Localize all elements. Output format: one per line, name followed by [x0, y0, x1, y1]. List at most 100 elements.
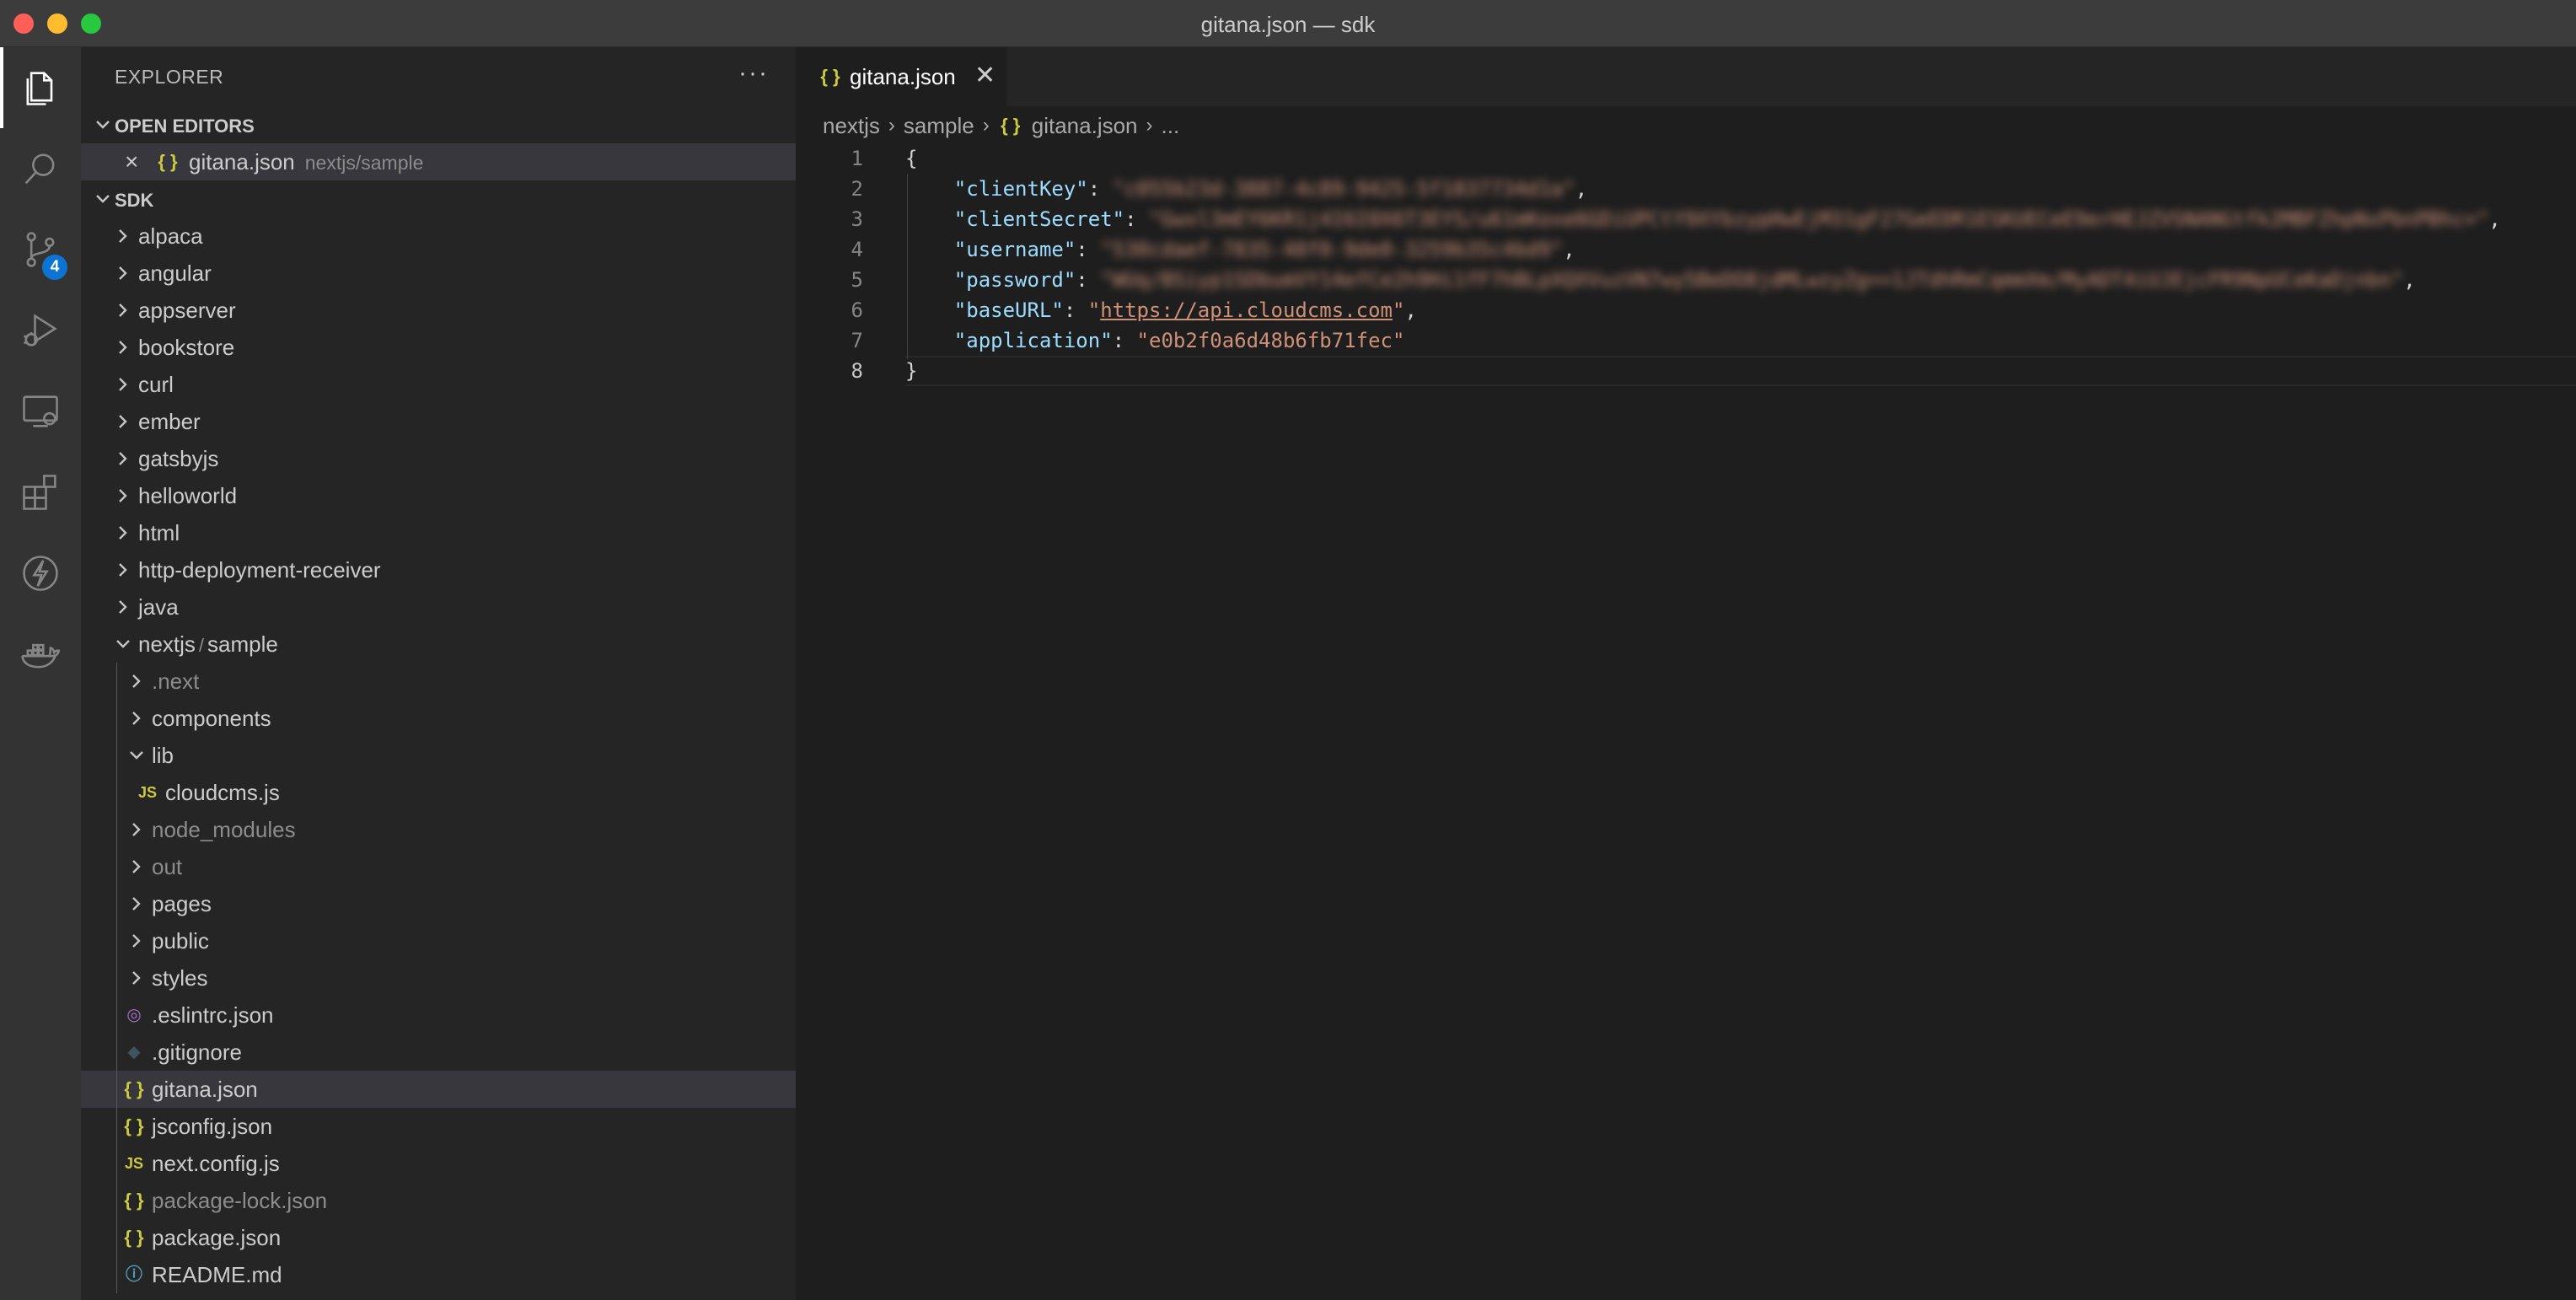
folder-item[interactable]: alpaca	[81, 218, 796, 255]
remote-explorer-icon[interactable]	[0, 371, 81, 452]
tab-gitana-json[interactable]: { } gitana.json ✕	[796, 47, 1006, 106]
code-line[interactable]: "username": "530cdaef-7835-48f0-9de0-325…	[905, 234, 1575, 265]
open-editors-section[interactable]: OPEN EDITORS	[81, 106, 796, 143]
code-line[interactable]: "application": "e0b2f0a6d48b6fb71fec"	[905, 325, 1405, 356]
code-line[interactable]: {	[905, 143, 917, 174]
line-number: 7	[851, 329, 863, 352]
file-item[interactable]: JS next.config.js	[81, 1145, 796, 1182]
breadcrumb-item[interactable]: nextjs	[823, 113, 880, 139]
redacted-value: "Gwxl3mEY6KR1j4I6I0X6T3EYS/u61mKoxe6GDiU…	[1149, 207, 2489, 231]
file-item[interactable]: ◎ .eslintrc.json	[81, 996, 796, 1034]
redacted-value: "c055b23d-3887-4c89-9425-5f1837734d1a"	[1112, 177, 1575, 201]
code-line[interactable]: }	[905, 356, 917, 386]
chevron-right-icon	[125, 706, 148, 730]
json-file-icon: { }	[124, 1227, 144, 1248]
folder-item[interactable]: helloworld	[81, 477, 796, 514]
folder-item[interactable]: .next	[81, 663, 796, 700]
breadcrumb-item[interactable]: gitana.json	[1032, 113, 1138, 139]
file-item[interactable]: { } jsconfig.json	[81, 1108, 796, 1145]
json-file-icon: { }	[124, 1078, 144, 1099]
line-number: 8	[851, 359, 863, 383]
source-control-badge: 4	[42, 255, 67, 280]
code-line[interactable]: "clientKey": "c055b23d-3887-4c89-9425-5f…	[905, 174, 1587, 204]
chevron-down-icon	[125, 744, 148, 767]
search-icon[interactable]	[0, 128, 81, 209]
folder-item[interactable]: appserver	[81, 292, 796, 329]
open-editor-item[interactable]: × { } gitana.json nextjs/sample	[81, 143, 796, 180]
folder-item[interactable]: node_modules	[81, 811, 796, 848]
workspace-section[interactable]: SDK	[81, 180, 796, 218]
file-item[interactable]: JS cloudcms.js	[81, 774, 796, 811]
file-item[interactable]: { } package.json	[81, 1219, 796, 1256]
chevron-right-icon	[111, 521, 135, 545]
folder-item[interactable]: gatsbyjs	[81, 440, 796, 477]
chevron-right-icon	[125, 855, 148, 878]
explorer-icon[interactable]	[0, 47, 81, 128]
javascript-file-icon: JS	[137, 784, 158, 801]
folder-item[interactable]: out	[81, 848, 796, 885]
window-title: gitana.json — sdk	[1200, 12, 1376, 37]
file-item[interactable]: ◆ .gitignore	[81, 1034, 796, 1071]
file-item[interactable]: ⓘ README.md	[81, 1256, 796, 1293]
title-bar: gitana.json — sdk	[0, 0, 2576, 47]
code-editor[interactable]: 1 {2 "clientKey": "c055b23d-3887-4c89-942…	[796, 143, 2576, 1300]
json-file-icon: { }	[1001, 115, 1021, 136]
breadcrumb-item[interactable]: sample	[904, 113, 974, 139]
folder-item[interactable]: curl	[81, 366, 796, 403]
folder-item[interactable]: components	[81, 700, 796, 737]
line-number: 2	[851, 177, 863, 201]
chevron-right-icon	[125, 669, 148, 693]
line-number: 3	[851, 207, 863, 231]
code-line[interactable]: "clientSecret": "Gwxl3mEY6KR1j4I6I0X6T3E…	[905, 204, 2501, 234]
chevron-down-icon	[111, 632, 135, 656]
url-link[interactable]: https://api.cloudcms.com	[1100, 298, 1393, 322]
folder-item[interactable]: pages	[81, 885, 796, 922]
chevron-right-icon	[111, 558, 135, 582]
json-file-icon: { }	[158, 151, 178, 172]
chevron-right-icon	[125, 929, 148, 953]
folder-item[interactable]: styles	[81, 959, 796, 996]
code-line[interactable]: "baseURL": "https://api.cloudcms.com",	[905, 295, 1417, 325]
chevron-right-icon	[111, 224, 135, 248]
run-debug-icon[interactable]	[0, 290, 81, 371]
folder-item[interactable]: java	[81, 588, 796, 626]
folder-item[interactable]: public	[81, 922, 796, 959]
chevron-down-icon	[91, 113, 115, 137]
activity-bar: 4	[0, 47, 81, 1300]
breadcrumb-item[interactable]: ...	[1162, 113, 1180, 139]
extensions-icon[interactable]	[0, 452, 81, 533]
chevron-right-icon	[125, 892, 148, 916]
folder-item[interactable]: lib	[81, 737, 796, 774]
javascript-file-icon: JS	[124, 1155, 144, 1172]
chevron-right-icon	[111, 336, 135, 359]
folder-item[interactable]: ember	[81, 403, 796, 440]
chevron-right-icon: ›	[1146, 114, 1153, 137]
json-file-icon: { }	[820, 66, 840, 87]
redacted-value: "WUq/BSiyp1SDbumVY14efCe2h9Hi1fF7hBLpXQX…	[1100, 268, 2404, 292]
line-number: 4	[851, 238, 863, 261]
breadcrumb: nextjs › sample › { } gitana.json › ...	[823, 111, 1179, 140]
chevron-down-icon	[91, 187, 115, 211]
docker-icon[interactable]	[0, 614, 81, 695]
folder-item[interactable]: bookstore	[81, 329, 796, 366]
file-item[interactable]: { } gitana.json	[81, 1071, 796, 1108]
code-line[interactable]: "password": "WUq/BSiyp1SDbumVY14efCe2h9H…	[905, 265, 2416, 295]
file-item[interactable]: { } package-lock.json	[81, 1182, 796, 1219]
folder-item[interactable]: nextjs / sample	[81, 626, 796, 663]
more-actions-button[interactable]: ···	[738, 59, 769, 88]
lightning-icon[interactable]	[0, 533, 81, 614]
json-file-icon: { }	[124, 1115, 144, 1136]
folder-item[interactable]: html	[81, 514, 796, 551]
eslint-file-icon: ◎	[126, 1006, 142, 1024]
close-tab-icon[interactable]: ✕	[974, 61, 996, 90]
line-number: 1	[851, 147, 863, 170]
chevron-right-icon: ›	[888, 114, 895, 137]
line-number: 5	[851, 268, 863, 292]
folder-item[interactable]: http-deployment-receiver	[81, 551, 796, 588]
chevron-right-icon	[111, 447, 135, 470]
folder-item[interactable]: angular	[81, 255, 796, 292]
close-icon[interactable]: ×	[125, 148, 138, 175]
chevron-right-icon	[111, 595, 135, 619]
source-control-icon[interactable]: 4	[0, 209, 81, 290]
explorer-sidebar: EXPLORER ··· OPEN EDITORS × { } gitana.j…	[81, 47, 796, 1300]
